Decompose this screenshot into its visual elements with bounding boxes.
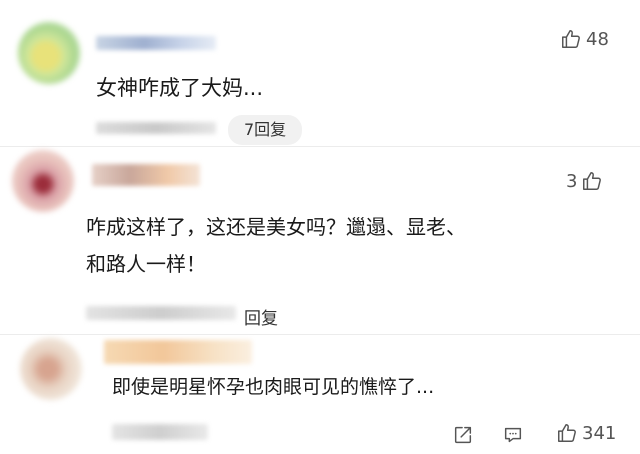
- comment-icon[interactable]: [502, 424, 524, 446]
- avatar[interactable]: [20, 338, 82, 400]
- divider: [0, 146, 640, 147]
- divider: [0, 334, 640, 335]
- username-blurred[interactable]: [104, 340, 252, 364]
- username-blurred[interactable]: [96, 36, 216, 50]
- share-icon[interactable]: [452, 424, 474, 446]
- comment-text: 女神咋成了大妈...: [96, 76, 264, 100]
- like-button[interactable]: 3: [566, 170, 603, 192]
- reply-button[interactable]: 回复: [244, 304, 278, 329]
- like-button[interactable]: 341: [556, 422, 616, 444]
- like-count: 341: [582, 422, 617, 444]
- thumbs-up-icon: [583, 172, 602, 190]
- like-button[interactable]: 48: [560, 28, 609, 50]
- comment-meta-blurred: [96, 122, 216, 134]
- like-count: 48: [586, 28, 609, 50]
- comment-list: 48 女神咋成了大妈... 7回复 3 咋成这样了，这还是美女吗？邋遢、显老、 …: [0, 0, 640, 454]
- comment-text: 即使是明星怀孕也肉眼可见的憔悴了...: [112, 376, 435, 398]
- comment-text-line: 和路人一样！: [86, 252, 206, 276]
- comment-meta-blurred: [112, 424, 208, 440]
- thumbs-up-icon: [558, 424, 576, 442]
- avatar[interactable]: [12, 150, 74, 212]
- comment-text-line: 咋成这样了，这还是美女吗？邋遢、显老、: [86, 215, 466, 239]
- reply-count-button[interactable]: 7回复: [228, 115, 303, 145]
- username-blurred[interactable]: [92, 164, 200, 186]
- comment-meta-blurred: [86, 306, 236, 320]
- thumbs-up-icon: [562, 30, 580, 48]
- like-count: 3: [566, 170, 578, 192]
- comment-text: 咋成这样了，这还是美女吗？邋遢、显老、 和路人一样！: [86, 209, 606, 283]
- avatar[interactable]: [18, 22, 80, 84]
